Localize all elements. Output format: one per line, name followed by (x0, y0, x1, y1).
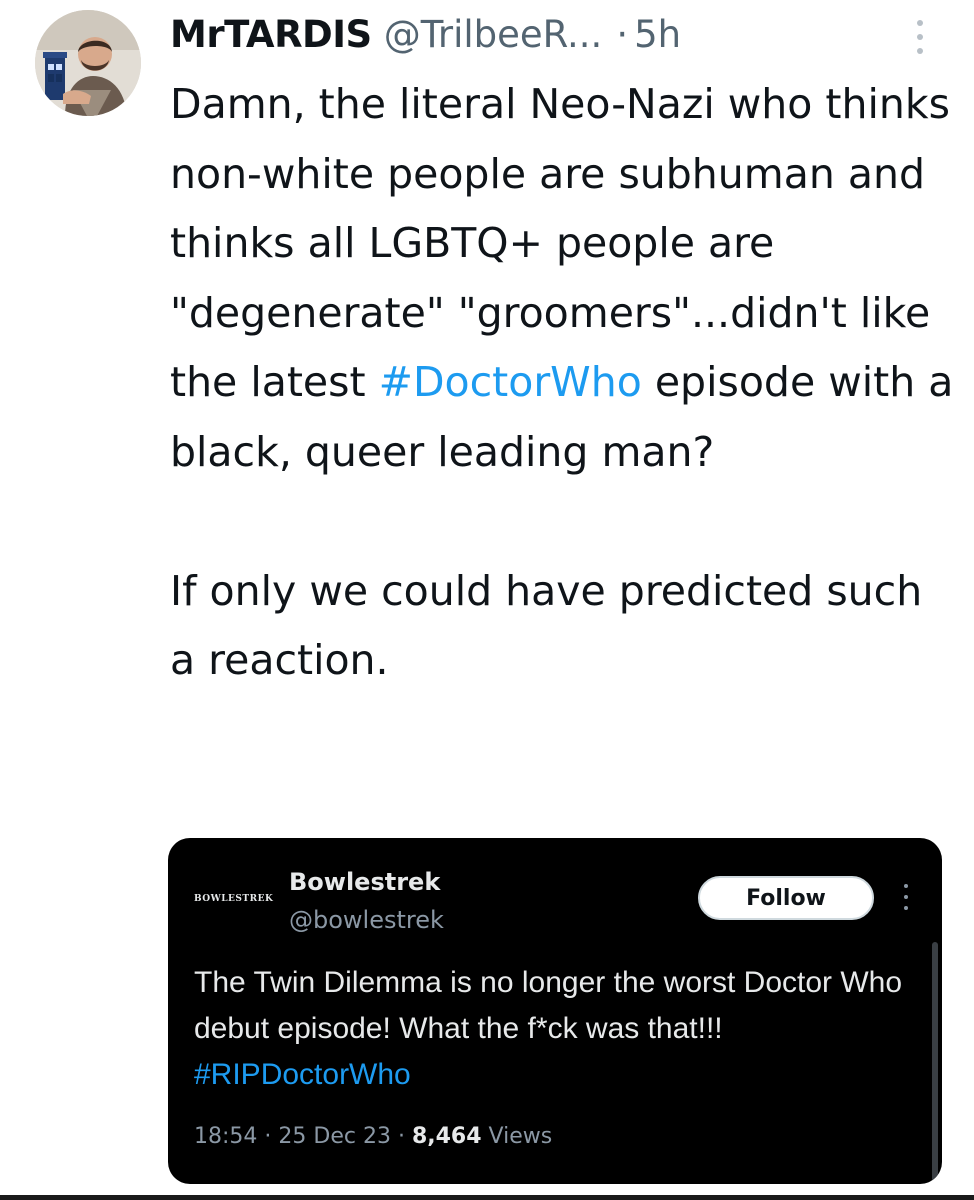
more-options-icon[interactable] (905, 20, 935, 54)
quoted-author-handle[interactable]: @bowlestrek (289, 906, 444, 934)
tweet-body: Damn, the literal Neo-Nazi who thinks no… (170, 70, 960, 696)
author-handle[interactable]: @TrilbeeR... (384, 13, 603, 56)
tweet-text-after-hashtag: episode with a black, queer leading man?… (170, 358, 954, 684)
quoted-tweet-time[interactable]: 18:54 (194, 1124, 257, 1149)
quoted-tweet-text: The Twin Dilemma is no longer the worst … (194, 966, 903, 1045)
bottom-divider (0, 1195, 974, 1200)
author-display-name[interactable]: MrTARDIS (170, 13, 372, 56)
views-count: 8,464 (411, 1124, 482, 1149)
views-label: Views (488, 1124, 553, 1149)
quoted-tweet-date[interactable]: 25 Dec 23 (278, 1124, 391, 1149)
header-separator: · (616, 12, 629, 56)
quoted-more-options-icon[interactable] (901, 884, 911, 910)
quoted-scrollbar[interactable] (932, 942, 938, 1182)
meta-separator-1: · (264, 1124, 272, 1149)
hashtag-link[interactable]: #DoctorWho (379, 358, 642, 406)
quoted-author-display-name[interactable]: Bowlestrek (289, 868, 440, 896)
tweet-timestamp[interactable]: 5h (634, 13, 681, 56)
quoted-tweet-body: The Twin Dilemma is no longer the worst … (194, 960, 914, 1098)
quoted-hashtag-link[interactable]: #RIPDoctorWho (194, 1058, 411, 1091)
avatar[interactable] (35, 10, 141, 116)
quoted-tweet-meta: 18:54 · 25 Dec 23 · 8,464 Views (194, 1124, 552, 1149)
meta-separator-2: · (397, 1124, 405, 1149)
avatar-photo-icon (35, 10, 141, 116)
quoted-tweet-card[interactable]: BOWLESTREK Bowlestrek @bowlestrek Follow… (168, 838, 942, 1184)
quoted-author-logo[interactable]: BOWLESTREK (194, 894, 274, 914)
follow-button[interactable]: Follow (698, 876, 874, 920)
tweet-header: MrTARDIS @TrilbeeR... · 5h (170, 8, 930, 60)
